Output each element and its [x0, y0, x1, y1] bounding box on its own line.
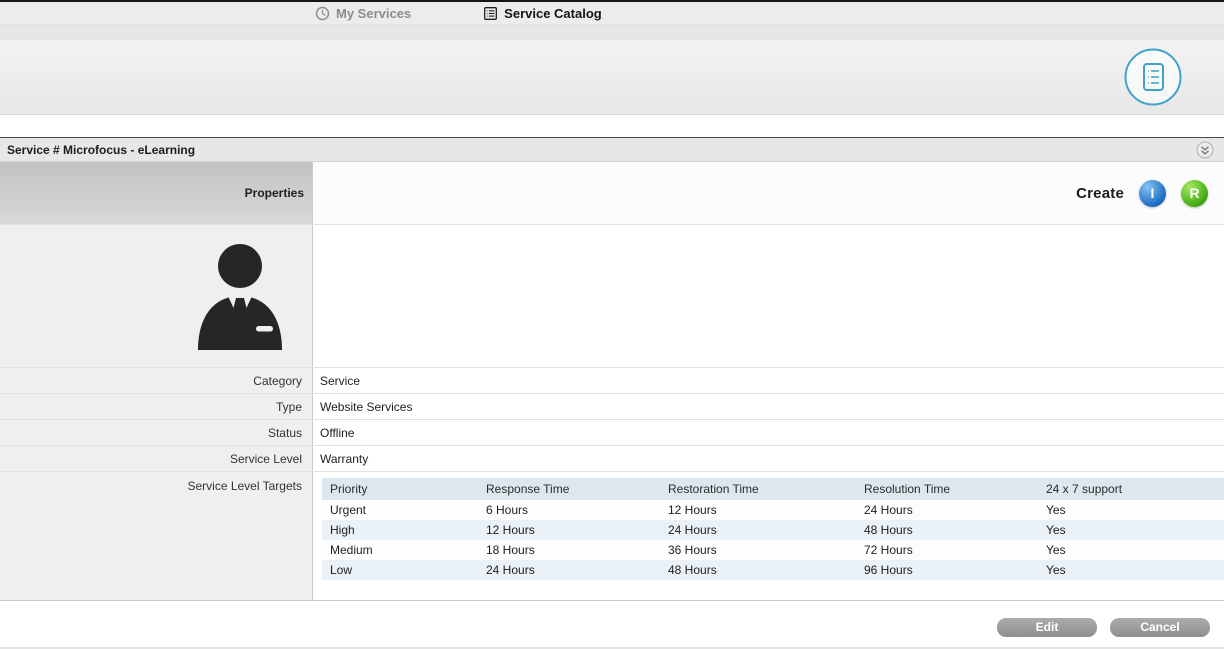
- slt-header-cell: Priority: [322, 478, 478, 500]
- screen: My Services Service Catalog: [0, 0, 1224, 649]
- field-label: Type: [0, 394, 313, 419]
- avatar-row-blank: [313, 225, 1224, 367]
- tab-label: My Services: [336, 6, 411, 21]
- field-row-status: Status Offline: [0, 419, 1224, 445]
- properties-tab: Properties: [0, 162, 313, 224]
- section-title: Service # Microfocus - eLearning: [7, 143, 195, 157]
- header-band-upper: [0, 25, 1224, 40]
- create-request-button[interactable]: R: [1181, 180, 1208, 207]
- section-header: Service # Microfocus - eLearning: [0, 137, 1224, 162]
- slt-row-medium: Medium 18 Hours 36 Hours 72 Hours Yes: [322, 540, 1224, 560]
- slt-cell: 24 Hours: [478, 560, 660, 580]
- slt-cell: 48 Hours: [856, 520, 1038, 540]
- slt-cell: 36 Hours: [660, 540, 856, 560]
- request-icon: R: [1189, 185, 1199, 201]
- properties-panel: Properties Create I R: [0, 162, 1224, 601]
- field-value: Offline: [313, 420, 1224, 445]
- service-level-targets-table: Priority Response Time Restoration Time …: [322, 478, 1224, 580]
- slt-row-urgent: Urgent 6 Hours 12 Hours 24 Hours Yes: [322, 500, 1224, 520]
- slt-cell: High: [322, 520, 478, 540]
- field-label: Status: [0, 420, 313, 445]
- avatar-cell: [0, 225, 313, 367]
- field-label: Service Level: [0, 446, 313, 471]
- incident-icon: I: [1151, 185, 1155, 201]
- header-band: [0, 40, 1224, 115]
- field-row-category: Category Service: [0, 367, 1224, 393]
- field-value: Website Services: [313, 394, 1224, 419]
- slt-cell: 48 Hours: [660, 560, 856, 580]
- spacer: [0, 115, 1224, 137]
- service-level-targets-row: Service Level Targets Priority Response …: [0, 471, 1224, 600]
- slt-cell: Yes: [1038, 520, 1224, 540]
- field-value: Service: [313, 368, 1224, 393]
- slt-cell: 24 Hours: [660, 520, 856, 540]
- slt-header-cell: 24 x 7 support: [1038, 478, 1224, 500]
- slt-header-cell: Restoration Time: [660, 478, 856, 500]
- tab-my-services[interactable]: My Services: [315, 6, 411, 21]
- slt-cell: 24 Hours: [856, 500, 1038, 520]
- slt-cell: 6 Hours: [478, 500, 660, 520]
- slt-header-cell: Response Time: [478, 478, 660, 500]
- field-row-service-level: Service Level Warranty: [0, 445, 1224, 471]
- slt-cell: 96 Hours: [856, 560, 1038, 580]
- create-incident-button[interactable]: I: [1139, 180, 1166, 207]
- chevron-double-down-icon: [1196, 141, 1214, 159]
- collapse-button[interactable]: [1196, 141, 1214, 159]
- slt-cell: Urgent: [322, 500, 478, 520]
- edit-button[interactable]: Edit: [997, 618, 1097, 637]
- avatar-row: [0, 224, 1224, 367]
- create-label: Create: [1076, 185, 1124, 202]
- tab-service-catalog[interactable]: Service Catalog: [483, 6, 602, 21]
- field-label: Category: [0, 368, 313, 393]
- service-avatar-icon: [190, 240, 290, 352]
- slt-cell: 72 Hours: [856, 540, 1038, 560]
- slt-row-low: Low 24 Hours 48 Hours 96 Hours Yes: [322, 560, 1224, 580]
- slt-header-row: Priority Response Time Restoration Time …: [322, 478, 1224, 500]
- footer-bar: Edit Cancel: [0, 601, 1224, 649]
- properties-header-row: Properties Create I R: [0, 162, 1224, 224]
- tab-bar: My Services Service Catalog: [0, 2, 1224, 25]
- slt-cell: Low: [322, 560, 478, 580]
- properties-label: Properties: [245, 186, 304, 200]
- field-row-type: Type Website Services: [0, 393, 1224, 419]
- catalog-circle-button[interactable]: [1123, 47, 1183, 107]
- slt-row-high: High 12 Hours 24 Hours 48 Hours Yes: [322, 520, 1224, 540]
- slt-cell: Yes: [1038, 540, 1224, 560]
- slt-header-cell: Resolution Time: [856, 478, 1038, 500]
- slt-cell: Medium: [322, 540, 478, 560]
- catalog-icon: [483, 6, 498, 21]
- clock-icon: [315, 6, 330, 21]
- slt-cell: Yes: [1038, 560, 1224, 580]
- tab-label: Service Catalog: [504, 6, 602, 21]
- create-bar: Create I R: [313, 162, 1224, 224]
- slt-cell: 18 Hours: [478, 540, 660, 560]
- targets-label: Service Level Targets: [0, 472, 313, 600]
- slt-cell: Yes: [1038, 500, 1224, 520]
- slt-cell: 12 Hours: [660, 500, 856, 520]
- slt-cell: 12 Hours: [478, 520, 660, 540]
- targets-table-cell: Priority Response Time Restoration Time …: [313, 472, 1224, 600]
- document-circle-icon: [1123, 47, 1183, 107]
- field-value: Warranty: [313, 446, 1224, 471]
- cancel-button[interactable]: Cancel: [1110, 618, 1210, 637]
